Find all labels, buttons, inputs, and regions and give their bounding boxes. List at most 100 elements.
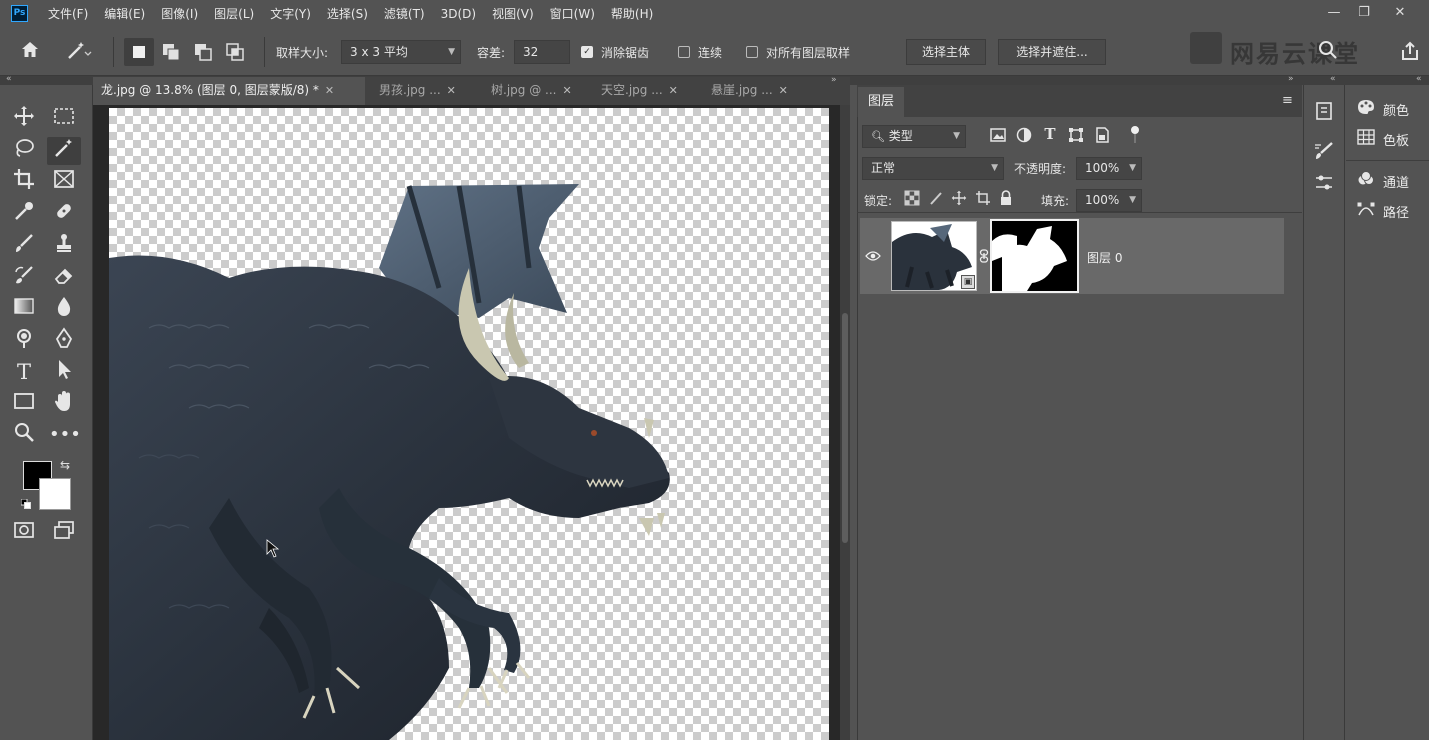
swap-colors-icon[interactable]: ⇆: [60, 458, 70, 472]
dodge-tool-icon[interactable]: [9, 327, 39, 355]
eye-visibility-icon[interactable]: [865, 250, 881, 262]
collapse-tabs-icon[interactable]: »: [831, 75, 837, 85]
background-color-swatch[interactable]: [39, 478, 71, 510]
select-subject-button[interactable]: 选择主体: [906, 39, 986, 65]
restore-button[interactable]: ❐: [1354, 4, 1374, 22]
opacity-input[interactable]: 100% ▼: [1076, 157, 1142, 180]
eyedropper-tool-icon[interactable]: [9, 200, 39, 228]
lock-artboard-icon[interactable]: [974, 190, 992, 210]
screen-mode-icon[interactable]: [49, 519, 79, 547]
add-to-selection-icon[interactable]: [156, 38, 186, 66]
select-and-mask-button[interactable]: 选择并遮住...: [998, 39, 1106, 65]
history-brush-tool-icon[interactable]: [9, 264, 39, 292]
menu-image[interactable]: 图像(I): [153, 0, 206, 28]
more-tools-icon[interactable]: •••: [49, 421, 81, 449]
smart-object-filter-icon[interactable]: [1093, 127, 1111, 147]
layer-name[interactable]: 图层 0: [1087, 249, 1122, 266]
tab-tree[interactable]: 树.jpg @ ... ✕: [483, 77, 587, 105]
new-selection-icon[interactable]: [124, 38, 154, 66]
magic-wand-tool-preset-icon[interactable]: [66, 40, 92, 64]
menu-window[interactable]: 窗口(W): [542, 0, 603, 28]
menu-type[interactable]: 文字(Y): [262, 0, 319, 28]
type-layer-filter-icon[interactable]: T: [1041, 125, 1059, 143]
minimize-button[interactable]: —: [1324, 4, 1344, 22]
hand-tool-icon[interactable]: [49, 390, 79, 418]
type-tool-icon[interactable]: T: [9, 358, 39, 386]
share-icon[interactable]: [1399, 40, 1421, 62]
collapse-dock-icon[interactable]: «: [1416, 74, 1422, 84]
healing-brush-tool-icon[interactable]: [49, 200, 79, 228]
close-icon[interactable]: ✕: [447, 84, 456, 97]
layer-mask-thumbnail[interactable]: [990, 219, 1079, 293]
gradient-tool-icon[interactable]: [9, 295, 39, 323]
lock-transparent-pixels-icon[interactable]: [903, 190, 921, 210]
filter-toggle-icon[interactable]: [1130, 125, 1140, 145]
subtract-from-selection-icon[interactable]: [188, 38, 218, 66]
pen-tool-icon[interactable]: [49, 327, 79, 355]
menu-view[interactable]: 视图(V): [484, 0, 542, 28]
close-icon[interactable]: ✕: [562, 84, 571, 97]
layer-filter-dropdown[interactable]: 🔍︎ 类型 ▼: [862, 125, 966, 148]
fill-input[interactable]: 100% ▼: [1076, 189, 1142, 212]
rectangle-tool-icon[interactable]: [9, 390, 39, 418]
lock-all-icon[interactable]: [997, 190, 1015, 210]
contiguous-checkbox[interactable]: [678, 46, 690, 58]
collapse-toolbar-icon[interactable]: «: [6, 74, 12, 84]
anti-alias-checkbox[interactable]: ✓: [581, 46, 593, 58]
dock-item-channels[interactable]: 通道: [1355, 168, 1409, 198]
blur-tool-icon[interactable]: [49, 295, 79, 323]
scrollbar-thumb[interactable]: [842, 313, 848, 543]
rectangular-marquee-tool-icon[interactable]: [49, 105, 79, 133]
adjustment-layer-filter-icon[interactable]: [1015, 127, 1033, 147]
menu-layer[interactable]: 图层(L): [206, 0, 262, 28]
search-icon[interactable]: [1318, 40, 1338, 60]
lock-image-pixels-icon[interactable]: [927, 190, 945, 210]
sample-all-layers-checkbox[interactable]: [746, 46, 758, 58]
tab-sky[interactable]: 天空.jpg ... ✕: [593, 77, 697, 105]
tab-boy[interactable]: 男孩.jpg ... ✕: [371, 77, 477, 105]
menu-select[interactable]: 选择(S): [319, 0, 376, 28]
close-icon[interactable]: ✕: [669, 84, 678, 97]
move-tool-icon[interactable]: [9, 105, 39, 133]
tolerance-input[interactable]: 32: [514, 40, 570, 64]
menu-help[interactable]: 帮助(H): [603, 0, 661, 28]
intersect-selection-icon[interactable]: [220, 38, 250, 66]
dock-item-color[interactable]: 颜色: [1355, 96, 1409, 126]
crop-tool-icon[interactable]: [9, 168, 39, 196]
lock-position-icon[interactable]: [950, 190, 968, 210]
properties-panel-icon[interactable]: [1309, 172, 1339, 198]
close-icon[interactable]: ✕: [779, 84, 788, 97]
lasso-tool-icon[interactable]: [9, 137, 39, 165]
quick-mask-icon[interactable]: [9, 519, 39, 547]
zoom-tool-icon[interactable]: [9, 421, 39, 449]
tab-dragon[interactable]: 龙.jpg @ 13.8% (图层 0, 图层蒙版/8) * ✕: [93, 77, 365, 105]
sample-size-dropdown[interactable]: 3 x 3 平均 ▼: [341, 40, 461, 64]
dock-item-swatches[interactable]: 色板: [1355, 126, 1409, 156]
close-button[interactable]: ✕: [1390, 4, 1410, 22]
pixel-layer-filter-icon[interactable]: [989, 127, 1007, 147]
history-panel-icon[interactable]: [1309, 100, 1339, 126]
menu-filter[interactable]: 滤镜(T): [376, 0, 433, 28]
clone-stamp-tool-icon[interactable]: [49, 232, 79, 260]
collapse-panel-icon[interactable]: »: [1288, 74, 1294, 84]
shape-layer-filter-icon[interactable]: [1067, 127, 1085, 147]
canvas[interactable]: [109, 108, 829, 740]
tab-cliff[interactable]: 悬崖.jpg ... ✕: [703, 77, 815, 105]
default-colors-icon[interactable]: [20, 498, 31, 509]
brush-tool-icon[interactable]: [9, 232, 39, 260]
dock-item-paths[interactable]: 路径: [1355, 198, 1409, 228]
eraser-tool-icon[interactable]: [49, 264, 79, 292]
frame-tool-icon[interactable]: [49, 168, 79, 196]
panel-menu-icon[interactable]: ≡: [1282, 93, 1293, 108]
collapse-panel-icon[interactable]: «: [1330, 74, 1336, 84]
close-icon[interactable]: ✕: [325, 84, 334, 97]
blend-mode-dropdown[interactable]: 正常 ▼: [862, 157, 1004, 180]
path-selection-tool-icon[interactable]: [49, 358, 79, 386]
menu-edit[interactable]: 编辑(E): [96, 0, 153, 28]
brush-settings-panel-icon[interactable]: [1309, 140, 1339, 166]
menu-file[interactable]: 文件(F): [40, 0, 96, 28]
magic-wand-tool-icon[interactable]: [47, 137, 81, 165]
tab-layers[interactable]: 图层: [858, 87, 904, 117]
menu-3d[interactable]: 3D(D): [433, 0, 484, 28]
link-icon[interactable]: [979, 249, 989, 263]
